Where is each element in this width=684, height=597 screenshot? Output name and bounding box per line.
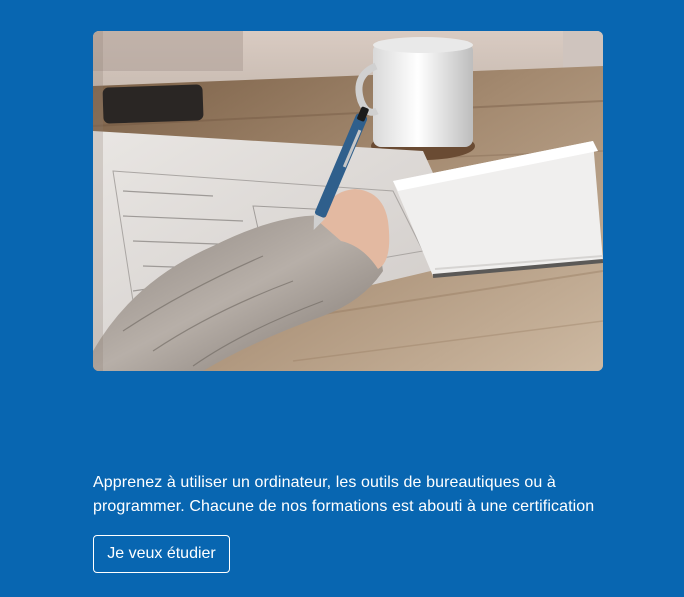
description-text: Apprenez à utiliser un ordinateur, les o… [93, 474, 595, 515]
writing-desk-illustration [93, 31, 603, 371]
study-button[interactable]: Je veux étudier [93, 535, 230, 573]
hero-photo [93, 31, 603, 371]
